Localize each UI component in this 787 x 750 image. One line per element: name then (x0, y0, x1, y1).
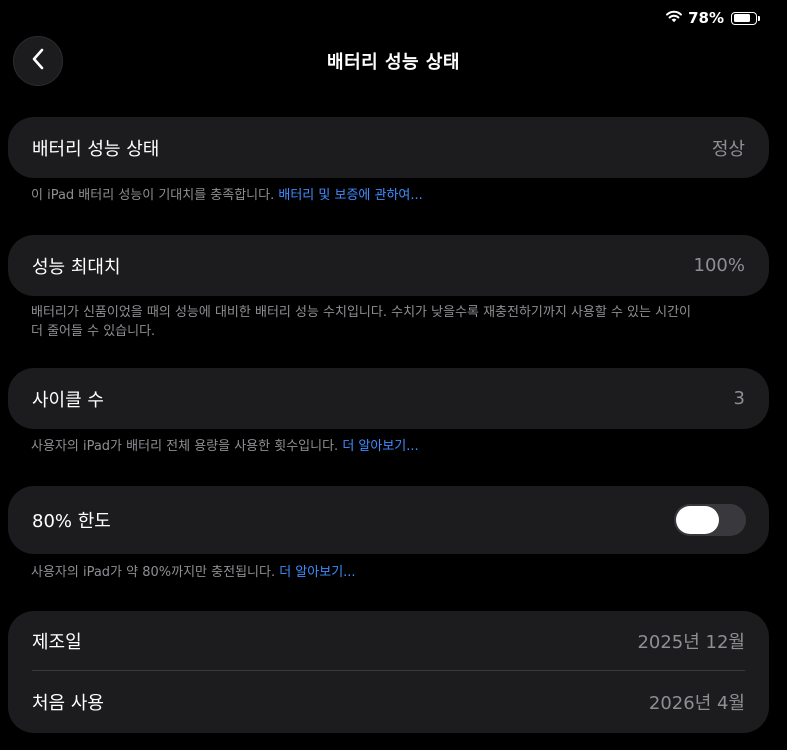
battery-health-footnote-text: 이 iPad 배터리 성능이 기대치를 충족합니다. (31, 188, 279, 203)
cycle-count-footnote-text: 사용자의 iPad가 배터리 전체 용량을 사용한 횟수입니다. (31, 439, 343, 454)
battery-health-value: 정상 (711, 138, 745, 160)
first-use-row: 처음 사용 2026년 4월 (8, 671, 769, 733)
battery-health-row: 배터리 성능 상태 정상 (8, 117, 769, 178)
cycle-count-row: 사이클 수 3 (8, 368, 769, 429)
limit-80-footnote-text: 사용자의 iPad가 약 80%까지만 충전됩니다. (31, 565, 280, 580)
manufacture-date-row: 제조일 2025년 12월 (8, 611, 769, 670)
limit-80-toggle[interactable] (674, 504, 746, 536)
battery-percent: 78% (688, 9, 724, 27)
max-capacity-footnote: 배터리가 신품이었을 때의 성능에 대비한 배터리 성능 수치입니다. 수치가 … (31, 303, 741, 341)
cycle-count-learn-more-link[interactable]: 더 알아보기... (342, 439, 418, 454)
max-capacity-footnote-line2: 더 줄어들 수 있습니다. (31, 324, 156, 339)
limit-80-label: 80% 한도 (32, 511, 111, 532)
battery-icon (731, 11, 760, 25)
dates-card: 제조일 2025년 12월 처음 사용 2026년 4월 (8, 611, 769, 733)
cycle-count-value: 3 (733, 388, 745, 409)
wifi-icon (665, 9, 683, 27)
first-use-label: 처음 사용 (32, 693, 104, 714)
cycle-count-footnote: 사용자의 iPad가 배터리 전체 용량을 사용한 횟수입니다. 더 알아보기.… (31, 437, 741, 456)
limit-80-learn-more-link[interactable]: 더 알아보기... (279, 565, 355, 580)
manufacture-date-value: 2025년 12월 (637, 631, 745, 653)
max-capacity-row: 성능 최대치 100% (8, 235, 769, 296)
manufacture-date-label: 제조일 (32, 631, 82, 653)
max-capacity-value: 100% (693, 255, 745, 276)
toggle-knob (676, 506, 719, 534)
limit-80-row: 80% 한도 (8, 486, 769, 554)
limit-80-footnote: 사용자의 iPad가 약 80%까지만 충전됩니다. 더 알아보기... (31, 563, 741, 582)
battery-health-footnote: 이 iPad 배터리 성능이 기대치를 충족합니다. 배터리 및 보증에 관하여… (31, 186, 741, 205)
first-use-value: 2026년 4월 (648, 693, 745, 714)
battery-warranty-link[interactable]: 배터리 및 보증에 관하여... (278, 188, 422, 203)
status-bar: 78% (665, 8, 760, 28)
battery-health-label: 배터리 성능 상태 (32, 138, 160, 160)
max-capacity-footnote-line1: 배터리가 신품이었을 때의 성능에 대비한 배터리 성능 수치입니다. 수치가 … (31, 305, 691, 320)
cycle-count-label: 사이클 수 (32, 389, 104, 411)
page-title: 배터리 성능 상태 (327, 52, 460, 73)
max-capacity-label: 성능 최대치 (32, 256, 121, 278)
